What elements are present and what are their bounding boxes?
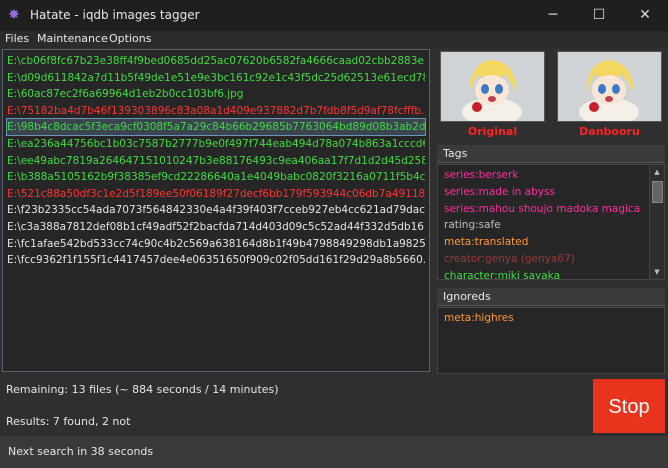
stop-button[interactable]: Stop — [593, 379, 665, 433]
tag-item[interactable]: character:miki sayaka — [444, 269, 561, 280]
file-list-item[interactable]: E:\fc1afae542bd533cc74c90c4b2c569a638164… — [7, 236, 425, 252]
file-list-item[interactable]: E:\ee49abc7819a264647151010247b3e8817649… — [7, 153, 425, 169]
menu-options[interactable]: Options — [109, 32, 151, 45]
file-list-item[interactable]: E:\b388a5105162b9f38385ef9cd22286640a1e4… — [7, 169, 425, 185]
tag-item[interactable]: series:made in abyss — [444, 186, 555, 198]
file-list-item[interactable]: E:\cb06f8fc67b23e38ff4f9bed0685dd25ac076… — [7, 53, 425, 69]
file-list[interactable]: E:\cb06f8fc67b23e38ff4f9bed0685dd25ac076… — [2, 49, 430, 372]
tags-list[interactable]: ▲ ▼ series:berserk series:made in abyss se… — [437, 164, 665, 280]
tags-scrollbar[interactable]: ▲ ▼ — [649, 165, 664, 279]
tag-namespace: series: — [444, 169, 479, 181]
tag-item[interactable]: meta:highres — [444, 312, 514, 324]
tag-item[interactable]: rating:safe — [444, 219, 501, 231]
tag-value: made in abyss — [478, 185, 555, 198]
file-list-item[interactable]: E:\60ac87ec2f6a69964d1eb2b0cc103bf6.jpg — [7, 86, 425, 102]
close-button[interactable]: ✕ — [622, 0, 668, 31]
menu-maintenance[interactable]: Maintenance — [37, 32, 108, 45]
original-label: Original — [467, 125, 518, 138]
tag-value: genya (genya67) — [484, 253, 575, 265]
window-title: Hatate - iqdb images tagger — [30, 8, 200, 22]
tag-namespace: creator: — [444, 253, 485, 265]
file-list-item[interactable]: E:\fcc9362f1f155f1c4417457dee4e06351650f… — [7, 252, 425, 268]
file-list-item[interactable]: E:\f23b2335cc54ada7073f564842330e4a4f39f… — [7, 202, 425, 218]
remaining-status: Remaining: 13 files (~ 884 seconds / 14 … — [6, 383, 279, 396]
file-list-item[interactable]: E:\ea236a44756bc1b03c7587b2777b9e0f497f7… — [7, 136, 425, 152]
tag-value: miki sayaka — [497, 269, 561, 280]
tag-namespace: character: — [444, 269, 498, 280]
tag-value: translated — [474, 236, 529, 249]
file-list-item[interactable]: E:\c3a388a7812def08b1cf49adf52f2bacfda71… — [7, 219, 425, 235]
file-list-item[interactable]: E:\75182ba4d7b46f139303896c83a08a1d409e9… — [7, 103, 425, 119]
tag-item[interactable]: creator:genya (genya67) — [444, 253, 575, 265]
tag-item[interactable]: series:berserk — [444, 169, 518, 181]
status-bar: Next search in 38 seconds — [0, 436, 668, 468]
tag-namespace: series: — [444, 185, 479, 198]
tag-value: berserk — [478, 169, 519, 181]
file-list-item[interactable]: E:\521c88a50df3c1e2d5f189ee50f06189f27de… — [7, 186, 425, 202]
danbooru-label[interactable]: Danbooru — [557, 125, 662, 138]
ignoreds-header: Ignoreds — [437, 288, 665, 306]
tag-namespace: meta: — [444, 236, 475, 249]
tag-namespace: rating: — [444, 219, 479, 232]
tag-namespace: meta: — [444, 312, 475, 324]
menu-bar: Files Maintenance Options — [0, 31, 668, 48]
maximize-button[interactable]: ☐ — [576, 0, 622, 31]
file-list-item[interactable]: E:\98b4c8dcac5f3eca9cf0308f5a7a29c84b66b… — [6, 118, 426, 137]
tag-value: safe — [478, 219, 501, 232]
danbooru-thumbnail — [557, 51, 662, 122]
results-status: Results: 7 found, 2 not — [6, 415, 131, 428]
scroll-down-icon[interactable]: ▼ — [650, 265, 664, 279]
scroll-up-icon[interactable]: ▲ — [650, 165, 664, 179]
tag-item[interactable]: meta:translated — [444, 236, 528, 248]
tags-header: Tags — [437, 145, 665, 163]
ignoreds-list[interactable]: meta:highres — [437, 307, 665, 374]
original-thumbnail — [440, 51, 545, 122]
tag-value: highres — [474, 312, 514, 324]
tag-item[interactable]: series:mahou shoujo madoka magica — [444, 203, 640, 215]
tag-namespace: series: — [444, 202, 479, 215]
tag-value: mahou shoujo madoka magica — [478, 202, 641, 215]
next-search-status: Next search in 38 seconds — [8, 445, 154, 458]
title-bar: ✸ Hatate - iqdb images tagger ─ ☐ ✕ — [0, 0, 668, 31]
app-logo-icon: ✸ — [8, 7, 20, 23]
minimize-button[interactable]: ─ — [530, 0, 576, 31]
scrollbar-thumb[interactable] — [652, 181, 663, 203]
file-list-item[interactable]: E:\d09d611842a7d11b5f49de1e51e9e3bc161c9… — [7, 70, 425, 86]
menu-files[interactable]: Files — [5, 32, 29, 45]
